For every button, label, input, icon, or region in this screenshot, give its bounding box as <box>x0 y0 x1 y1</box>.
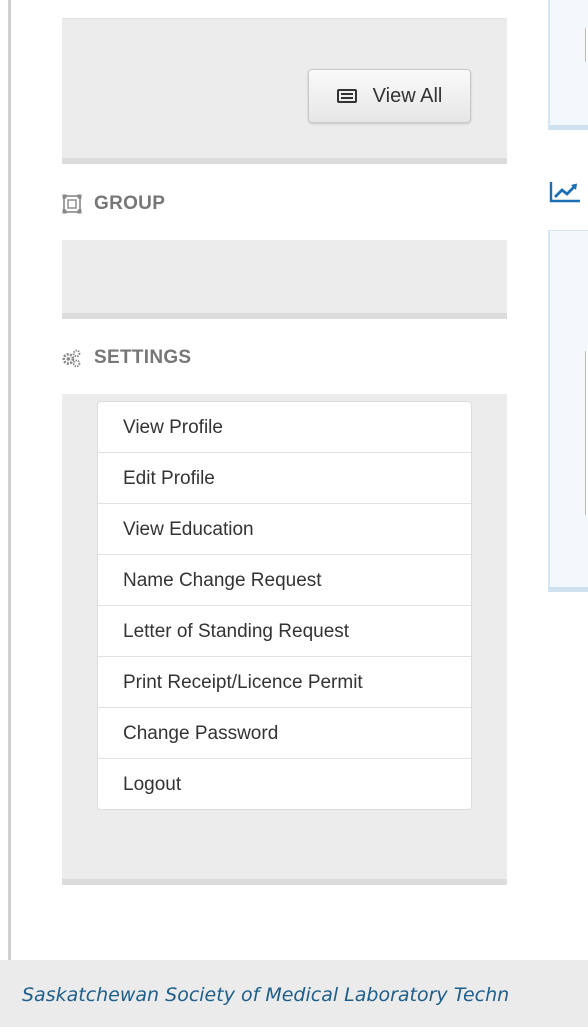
settings-heading-label: SETTINGS <box>94 347 192 368</box>
left-border-rule <box>8 0 11 960</box>
group-heading: GROUP <box>62 193 165 215</box>
menu-item-letter-of-standing-request[interactable]: Letter of Standing Request <box>98 606 471 657</box>
menu-item-view-profile[interactable]: View Profile <box>98 402 471 453</box>
menu-item-name-change-request[interactable]: Name Change Request <box>98 555 471 606</box>
group-heading-label: GROUP <box>94 193 166 214</box>
top-panel: View All <box>62 18 507 164</box>
group-select-icon <box>62 194 82 214</box>
menu-item-change-password[interactable]: Change Password <box>98 708 471 759</box>
view-all-label: View All <box>372 84 443 107</box>
settings-menu: View Profile Edit Profile View Education… <box>97 401 472 810</box>
menu-item-edit-profile[interactable]: Edit Profile <box>98 453 471 504</box>
footer: Saskatchewan Society of Medical Laborato… <box>0 960 588 1027</box>
menu-item-view-education[interactable]: View Education <box>98 504 471 555</box>
right-top-panel <box>548 0 588 130</box>
view-all-button[interactable]: View All <box>308 69 471 123</box>
gears-icon <box>62 349 81 368</box>
right-chart-panel <box>548 230 588 592</box>
trend-chart-icon <box>549 182 580 203</box>
list-icon <box>336 89 357 103</box>
menu-item-logout[interactable]: Logout <box>98 759 471 809</box>
group-panel <box>62 240 507 319</box>
menu-item-print-receipt[interactable]: Print Receipt/Licence Permit <box>98 657 471 708</box>
settings-heading: SETTINGS <box>62 347 191 369</box>
footer-organization-name: Saskatchewan Society of Medical Laborato… <box>22 984 510 1006</box>
